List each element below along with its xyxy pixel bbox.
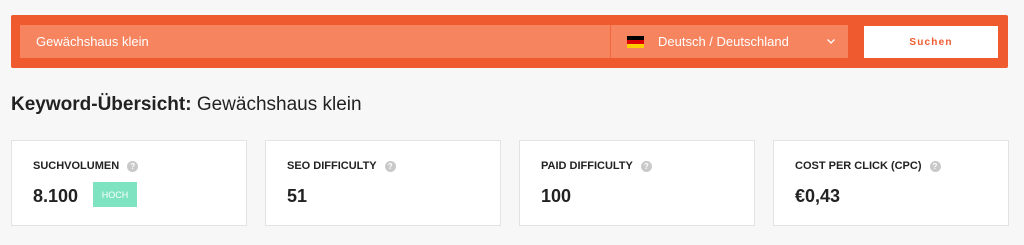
metric-value: €0,43: [795, 186, 841, 206]
metric-value: 8.100: [33, 186, 79, 206]
metric-label: SEO DIFFICULTY: [287, 160, 377, 172]
chevron-down-icon: [827, 39, 835, 44]
metric-card-search-volume: SUCHVOLUMEN ? 8.100 HOCH: [11, 140, 247, 226]
metric-card-paid-difficulty: PAID DIFFICULTY ? 100: [519, 140, 755, 226]
help-icon[interactable]: ?: [384, 160, 396, 172]
language-select-label: Deutsch / Deutschland: [658, 34, 789, 49]
page-title: Keyword-Übersicht: Gewächshaus klein: [11, 94, 362, 116]
search-bar: Deutsch / Deutschland Suchen: [11, 15, 1008, 68]
metric-label: SUCHVOLUMEN: [33, 160, 120, 172]
help-icon[interactable]: ?: [640, 160, 652, 172]
help-icon[interactable]: ?: [929, 160, 941, 172]
page-title-keyword: Gewächshaus klein: [196, 94, 362, 115]
metric-value: 100: [541, 186, 572, 206]
volume-level-badge: HOCH: [93, 182, 137, 207]
metric-card-cpc: COST PER CLICK (CPC) ? €0,43: [773, 140, 1009, 226]
page-title-label: Keyword-Übersicht:: [11, 94, 192, 115]
metric-card-seo-difficulty: SEO DIFFICULTY ? 51: [265, 140, 501, 226]
metric-value: 51: [287, 186, 308, 206]
help-icon[interactable]: ?: [127, 160, 139, 172]
keyword-search-input[interactable]: [20, 25, 619, 58]
search-button[interactable]: Suchen: [864, 26, 998, 58]
metric-label: PAID DIFFICULTY: [541, 160, 633, 172]
language-select[interactable]: Deutsch / Deutschland: [610, 25, 848, 58]
germany-flag-icon: [627, 36, 644, 48]
metric-label: COST PER CLICK (CPC): [795, 160, 922, 172]
